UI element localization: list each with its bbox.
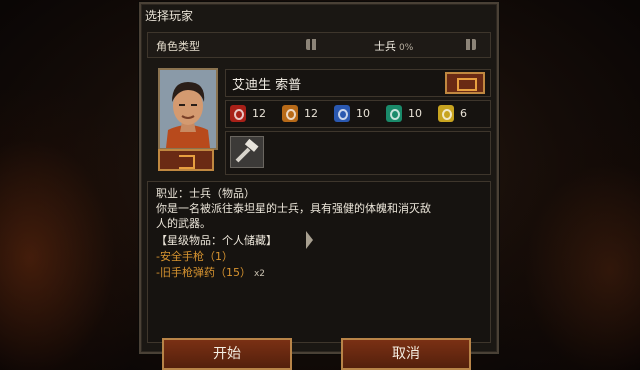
- edit-icon: [457, 78, 477, 91]
- dialog-title: 选择玩家: [145, 9, 194, 23]
- portrait-face-icon: [160, 70, 216, 148]
- stat-perception-value: 10: [408, 107, 422, 120]
- description-panel: 职业：士兵（物品） 你是一名被派往泰坦星的士兵，具有强健的体魄和消灭敌 人的武器…: [147, 181, 491, 343]
- start-button[interactable]: 开始: [162, 338, 292, 370]
- stat-speed-value: 10: [356, 107, 370, 120]
- items-section-header: 【星级物品：个人储藏】: [156, 234, 277, 247]
- cancel-button[interactable]: 取消: [341, 338, 471, 370]
- stat-strength-value: 12: [252, 107, 266, 120]
- swap-icon: [179, 155, 195, 169]
- item-ammo-quantity: x2: [253, 269, 266, 279]
- item-pistol: -安全手枪（1）: [156, 250, 233, 263]
- character-type-percent: 0%: [399, 43, 414, 53]
- eye-perception-icon: [386, 105, 402, 122]
- character-type-label: 角色类型: [156, 40, 200, 53]
- background-glow-right: [490, 120, 640, 370]
- background-glow-left: [0, 90, 150, 370]
- character-portrait: [158, 68, 218, 150]
- stats-row: 12 12 10 10 6: [225, 100, 491, 128]
- previous-type-icon[interactable]: [306, 39, 316, 50]
- rename-button[interactable]: [445, 72, 485, 94]
- description-profession: 职业：士兵（物品）: [156, 187, 255, 200]
- next-type-icon[interactable]: [466, 39, 476, 50]
- description-text-line1: 你是一名被派往泰坦星的士兵，具有强健的体魄和消灭敌: [156, 202, 431, 215]
- character-type-value: 士兵 0%: [374, 40, 414, 53]
- skill-tech-icon: [438, 105, 454, 122]
- character-name: 艾迪生 索普: [232, 78, 302, 93]
- change-portrait-button[interactable]: [158, 149, 214, 171]
- shield-defense-icon: [282, 105, 298, 122]
- skill-slots: [225, 131, 491, 175]
- character-type-selector: 角色类型 士兵 0%: [147, 32, 491, 58]
- stat-tech-value: 6: [460, 107, 467, 120]
- item-ammo: -旧手枪弹药（15） x2: [156, 266, 266, 279]
- description-text-line2: 人的武器。: [156, 217, 211, 230]
- mouse-cursor-icon: [306, 231, 313, 249]
- stat-defense-value: 12: [304, 107, 318, 120]
- fist-strength-icon: [230, 105, 246, 122]
- select-player-dialog: 选择玩家 角色类型 士兵 0% 艾迪生 索普 12 12 10 10 6 职业：…: [139, 2, 499, 354]
- hammer-icon: [235, 138, 259, 163]
- hammer-skill-icon[interactable]: [230, 136, 264, 168]
- boot-speed-icon: [334, 105, 350, 122]
